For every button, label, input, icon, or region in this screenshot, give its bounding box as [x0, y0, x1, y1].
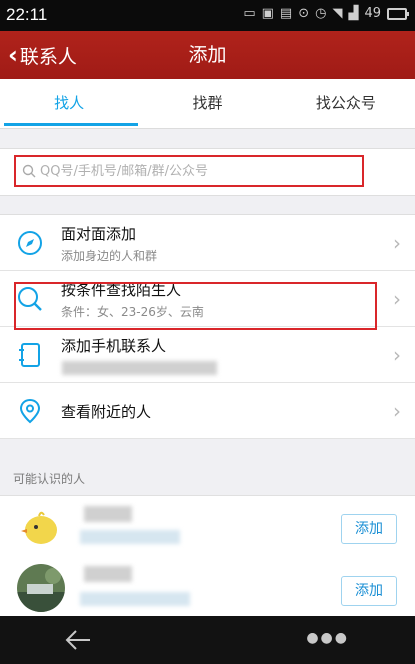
avatar	[17, 502, 65, 550]
arrow-left-icon[interactable]	[64, 628, 92, 652]
blurred-name	[84, 506, 132, 522]
more-icon[interactable]: ●●●	[306, 630, 349, 646]
add-button[interactable]: 添加	[341, 576, 397, 606]
tab-find-public-accounts[interactable]: 找公众号	[277, 79, 415, 128]
blurred-name	[84, 566, 132, 582]
status-time: 22:11	[6, 5, 48, 24]
photo-avatar-icon	[17, 564, 65, 612]
menu-item-nearby-people[interactable]: 查看附近的人 ›	[0, 383, 415, 439]
search-icon	[18, 287, 42, 311]
battery-icon	[387, 7, 409, 20]
navigation-bar: ●●●	[0, 616, 415, 664]
blurred-info	[80, 530, 180, 544]
compass-icon	[18, 231, 42, 255]
avatar	[17, 564, 65, 612]
blurred-info	[80, 592, 190, 606]
message-icon: ▭	[243, 6, 256, 21]
phone-contacts-icon	[19, 343, 40, 367]
wifi-icon: ◥	[332, 6, 343, 21]
chevron-left-icon: ‹	[8, 41, 18, 69]
add-options-list: 面对面添加 添加身边的人和群 › 按条件查找陌生人 条件：女、23-26岁、云南…	[0, 214, 415, 439]
menu-item-face-to-face[interactable]: 面对面添加 添加身边的人和群 ›	[0, 215, 415, 271]
chevron-right-icon: ›	[393, 343, 401, 367]
people-list: 添加 添加	[0, 495, 415, 620]
menu-subtitle: 添加身边的人和群	[61, 249, 158, 263]
menu-title: 面对面添加	[61, 225, 137, 243]
search-box[interactable]	[14, 155, 364, 187]
add-button[interactable]: 添加	[341, 514, 397, 544]
alarm-icon: ◷	[315, 6, 327, 21]
status-bar: 22:11 ▭ ▣ ▤ ⊙ ◷ ◥ ▟ 49	[0, 0, 415, 31]
tab-find-people[interactable]: 找人	[0, 79, 139, 128]
tab-bar: 找人 找群 找公众号	[0, 79, 415, 129]
location-icon	[19, 398, 41, 424]
menu-title: 按条件查找陌生人	[61, 281, 182, 299]
chevron-right-icon: ›	[393, 287, 401, 311]
tab-find-groups[interactable]: 找群	[138, 79, 276, 128]
title-bar: ‹ 联系人 添加	[0, 31, 415, 79]
menu-title: 添加手机联系人	[61, 337, 167, 355]
list-item[interactable]: 添加	[0, 558, 415, 620]
menu-item-phone-contacts[interactable]: 添加手机联系人 ›	[0, 327, 415, 383]
battery-level: 49	[364, 6, 381, 21]
chevron-right-icon: ›	[393, 231, 401, 255]
status-icons: ▭ ▣ ▤ ⊙ ◷ ◥ ▟ 49	[243, 6, 409, 21]
search-input[interactable]	[40, 163, 350, 179]
chevron-right-icon: ›	[393, 399, 401, 423]
section-label: 可能认识的人	[13, 472, 86, 486]
menu-item-search-strangers[interactable]: 按条件查找陌生人 条件：女、23-26岁、云南 ›	[0, 271, 415, 327]
chick-avatar-icon	[17, 502, 65, 550]
blurred-text	[62, 361, 217, 375]
menu-subtitle: 条件：女、23-26岁、云南	[61, 305, 204, 319]
back-button[interactable]: ‹ 联系人	[8, 31, 77, 79]
search-icon	[22, 164, 36, 178]
back-label: 联系人	[19, 45, 77, 68]
download-icon: ⊙	[298, 6, 310, 21]
menu-title: 查看附近的人	[61, 403, 152, 421]
list-item[interactable]: 添加	[0, 496, 415, 558]
chat-icon: ▤	[279, 6, 293, 21]
signal-icon: ▟	[348, 6, 359, 21]
search-section	[0, 148, 415, 196]
image-icon: ▣	[261, 6, 274, 21]
